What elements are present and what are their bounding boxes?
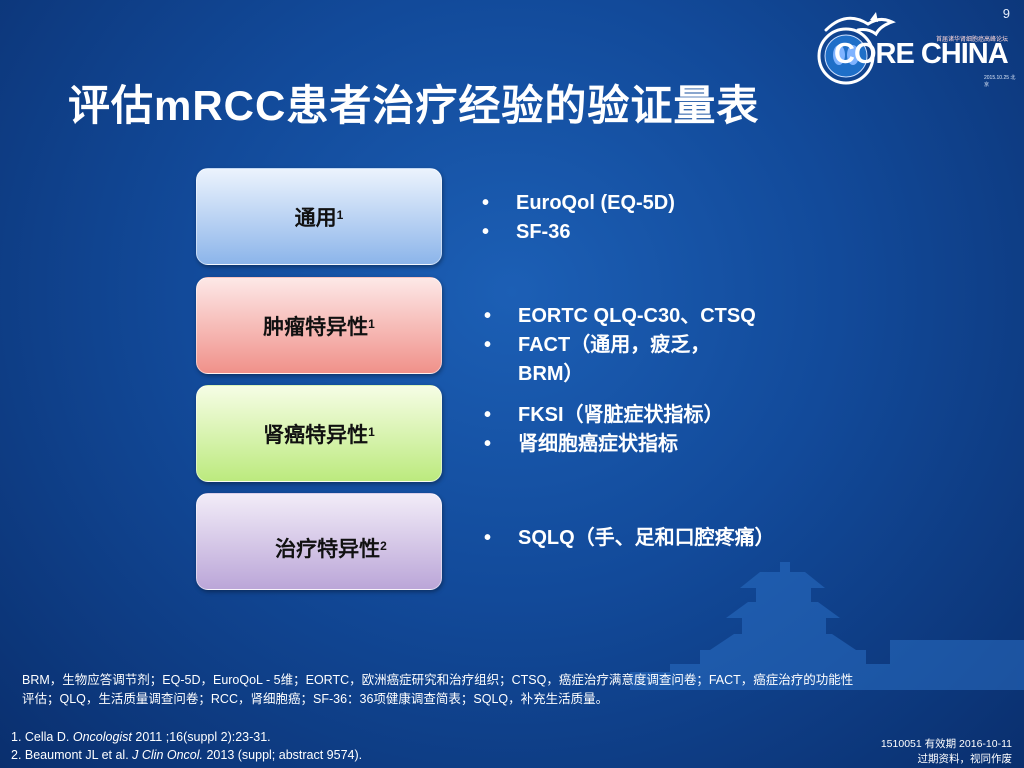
temple-of-heaven-silhouette-icon — [630, 562, 1024, 690]
category-ref: 2 — [380, 538, 387, 553]
category-label: 通用 — [294, 206, 337, 230]
references: 1. Cella D. Oncologist 2011 ;16(suppl 2)… — [11, 728, 362, 764]
general-instruments-list: • EuroQol (EQ-5D) • SF-36 — [482, 189, 675, 247]
category-ref: 1 — [368, 424, 375, 439]
bullet-icon: • — [484, 433, 492, 455]
abbreviations-line: BRM，生物应答调节剂；EQ-5D，EuroQoL - 5维；EORTC，欧洲癌… — [22, 673, 854, 687]
kidney-cancer-instruments-list: • FKSI（肾脏症状指标） • 肾细胞癌症状指标 — [484, 401, 724, 459]
logo-date: 2015.10.25 北京 — [984, 75, 1016, 88]
cancer-specific-instruments-list: • EORTC QLQ-C30、CTSQ • FACT（通用，疲乏， BRM） — [484, 302, 756, 389]
bullet-icon: • — [484, 305, 492, 327]
list-item: • FACT（通用，疲乏， — [484, 331, 756, 360]
abbreviations-line: 评估；QLQ，生活质量调查问卷；RCC，肾细胞癌；SF-36：36项健康调查简表… — [22, 692, 609, 706]
bullet-icon: • — [484, 334, 492, 356]
bullet-icon: • — [482, 221, 490, 243]
list-item-continuation: BRM） — [518, 363, 584, 385]
core-china-logo: CORE CHINA 首届诸华肾细胞癌高峰论坛 2015.10.25 北京 — [806, 8, 1018, 90]
slide-title: 评估mRCC患者治疗经验的验证量表 — [68, 82, 760, 129]
logo-chinese-text: 首届诸华肾细胞癌高峰论坛 — [936, 37, 1009, 43]
bullet-icon: • — [482, 192, 490, 214]
category-box-treatment-specific: 治疗特异性2 — [196, 493, 442, 590]
reference-2: 2. Beaumont JL et al. J Clin Oncol. 2013… — [11, 748, 363, 762]
category-label: 肾癌特异性 — [263, 423, 369, 447]
category-box-cancer-specific: 肿瘤特异性1 — [196, 277, 442, 374]
list-item: • EuroQol (EQ-5D) — [482, 189, 675, 218]
category-box-kidney-cancer-specific: 肾癌特异性1 — [196, 385, 442, 482]
category-ref: 1 — [368, 316, 375, 331]
reference-1: 1. Cella D. Oncologist 2011 ;16(suppl 2)… — [11, 730, 271, 744]
abbreviations-footnote: BRM，生物应答调节剂；EQ-5D，EuroQoL - 5维；EORTC，欧洲癌… — [22, 671, 982, 709]
list-item: • 肾细胞癌症状指标 — [484, 430, 724, 459]
list-item: • SF-36 — [482, 218, 675, 247]
list-item: • FKSI（肾脏症状指标） — [484, 401, 724, 430]
bullet-icon: • — [484, 527, 492, 549]
list-item: • EORTC QLQ-C30、CTSQ — [484, 302, 756, 331]
category-label: 肿瘤特异性 — [263, 315, 369, 339]
category-box-general: 通用1 — [196, 168, 442, 265]
category-label: 治疗特异性 — [275, 537, 381, 561]
approval-code: 1510051 有效期 2016-10-11 过期资料，视同作废 — [880, 738, 1012, 765]
bullet-icon: • — [484, 404, 492, 426]
category-ref: 1 — [336, 207, 344, 222]
